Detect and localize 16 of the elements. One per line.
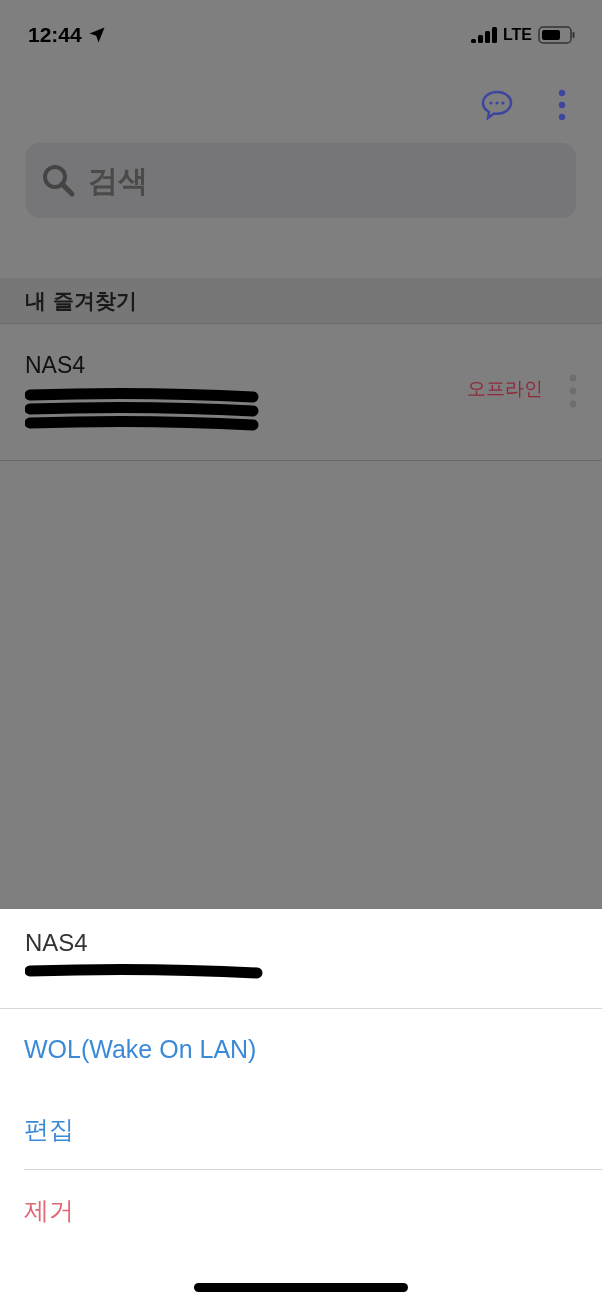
network-label: LTE [502, 26, 532, 44]
status-time: 12:44 [28, 23, 82, 47]
sheet-title: NAS4 [25, 929, 89, 957]
action-button[interactable]: 제거 [24, 1170, 602, 1250]
signal-icon [470, 27, 497, 43]
search-icon [40, 162, 76, 198]
battery-icon [538, 26, 576, 44]
status-label: 오프라인 [467, 376, 543, 401]
device-name: NAS4 [25, 352, 87, 379]
more-vertical-icon[interactable] [558, 89, 566, 121]
location-arrow-icon [87, 26, 106, 44]
action-button[interactable]: 편집 [24, 1089, 602, 1169]
section-title: 내 즐겨찾기 [25, 287, 138, 315]
action-button[interactable]: WOL(Wake On LAN) [24, 1009, 602, 1089]
chat-bubble-icon[interactable] [480, 89, 514, 121]
favorite-row[interactable]: NAS4 오프라인 [0, 324, 602, 461]
